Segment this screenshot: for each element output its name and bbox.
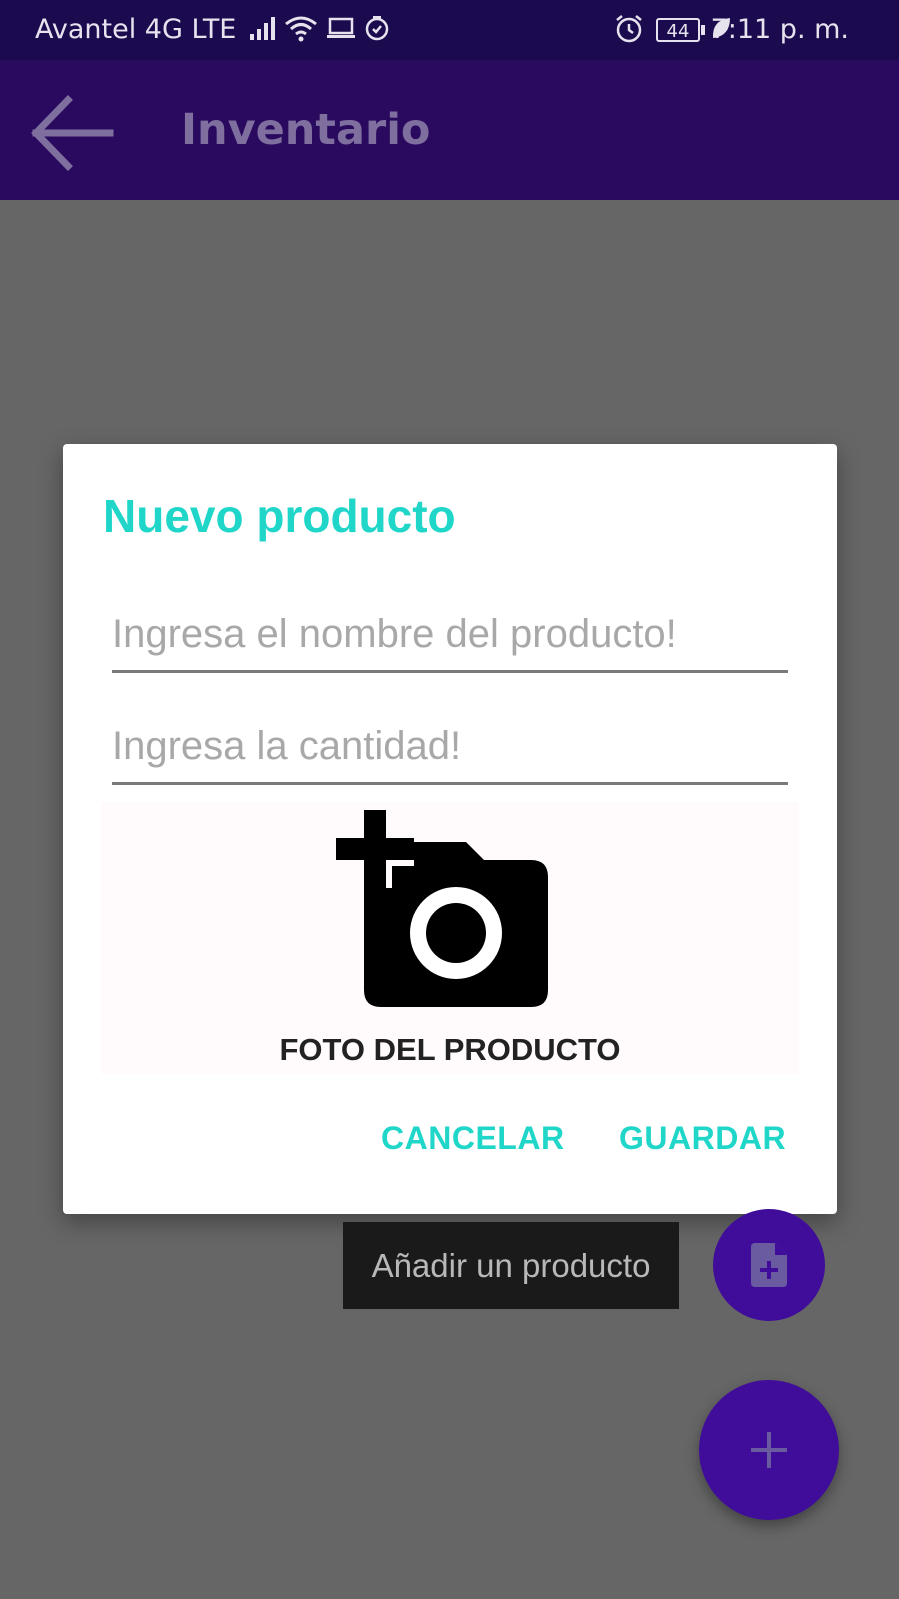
save-button[interactable]: GUARDAR xyxy=(619,1120,786,1157)
product-name-input[interactable] xyxy=(112,604,788,673)
status-bar: Avantel 4G LTE 44 7:11 p. m. xyxy=(0,0,899,60)
add-product-tooltip: Añadir un producto xyxy=(343,1222,679,1309)
alarm-icon xyxy=(614,14,644,51)
clock-time: 7:11 p. m. xyxy=(710,14,849,45)
signal-icon xyxy=(248,14,278,49)
new-product-dialog: Nuevo producto FOTO DEL PRODUCTO CANCELA… xyxy=(63,444,837,1214)
main-fab[interactable] xyxy=(699,1380,839,1520)
arrow-back-icon[interactable] xyxy=(28,90,114,176)
page-title: Inventario xyxy=(181,105,431,155)
note-add-icon xyxy=(751,1243,787,1287)
add-a-photo-icon xyxy=(336,810,548,1007)
plus-icon xyxy=(751,1432,787,1468)
security-icon xyxy=(364,14,390,51)
dialog-title: Nuevo producto xyxy=(103,490,456,542)
cancel-button[interactable]: CANCELAR xyxy=(381,1120,565,1157)
add-product-fab[interactable] xyxy=(713,1209,825,1321)
carrier-label: Avantel 4G LTE xyxy=(35,14,237,45)
app-bar: Inventario xyxy=(0,60,899,200)
product-photo-picker[interactable]: FOTO DEL PRODUCTO xyxy=(101,802,799,1074)
battery-tip xyxy=(701,25,705,35)
photo-label: FOTO DEL PRODUCTO xyxy=(279,1032,621,1067)
laptop-icon xyxy=(326,14,356,49)
battery-indicator: 44 xyxy=(656,18,700,42)
wifi-icon xyxy=(284,14,318,49)
quantity-input[interactable] xyxy=(112,716,788,785)
